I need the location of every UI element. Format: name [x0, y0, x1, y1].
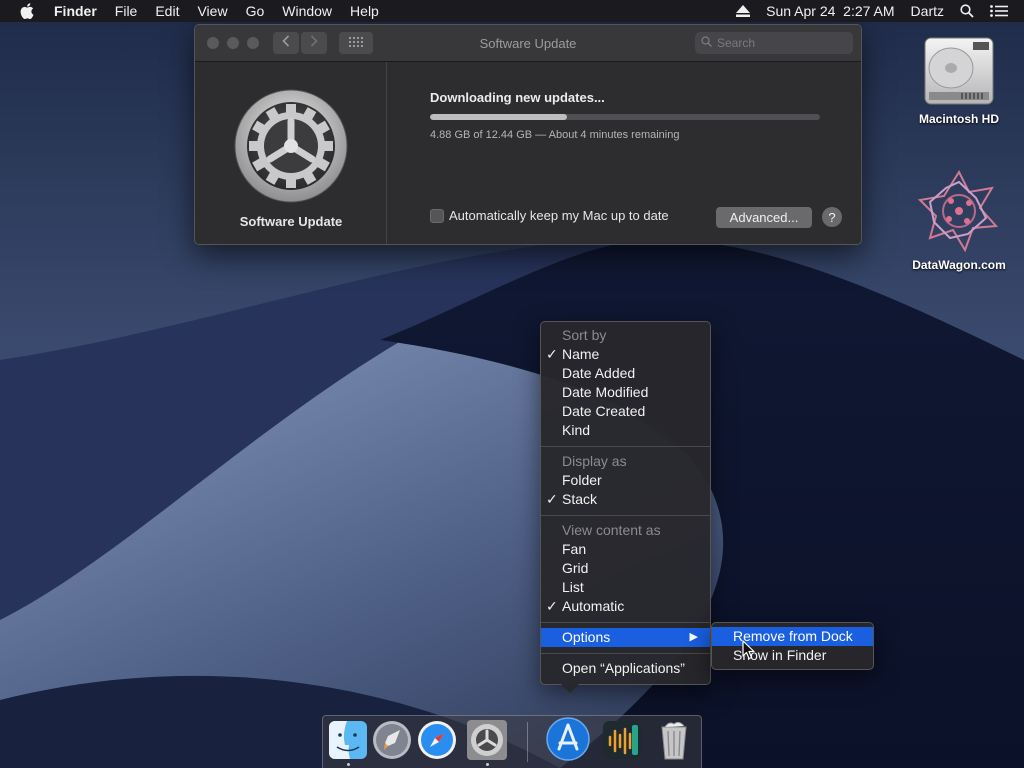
- notification-center-icon[interactable]: [990, 4, 1008, 18]
- auto-update-checkbox[interactable]: [430, 208, 444, 223]
- checkmark-icon: ✓: [546, 491, 558, 507]
- dock-system-preferences-icon[interactable]: [466, 719, 508, 761]
- update-status-pane: Downloading new updates... 4.88 GB of 12…: [388, 62, 861, 244]
- menu-item-view-fan[interactable]: Fan: [541, 540, 710, 559]
- dock: [322, 715, 702, 768]
- gear-tooth: [249, 141, 259, 151]
- datawagon-logo-icon: [916, 168, 1002, 254]
- menu-header-sort-by: Sort by: [562, 327, 607, 343]
- submenu-arrow-icon: ▶: [689, 631, 698, 643]
- menu-item-display-folder[interactable]: Folder: [541, 471, 710, 490]
- menu-go[interactable]: Go: [246, 3, 265, 19]
- software-update-gear-icon: [233, 88, 349, 204]
- dock-launchpad-icon[interactable]: [371, 719, 413, 761]
- gear-tooth: [286, 104, 296, 114]
- dock-stack-context-menu: Sort by ✓ Name Date Added Date Modified …: [540, 321, 711, 693]
- menu-item-show-in-finder[interactable]: Show in Finder: [712, 646, 873, 665]
- search-placeholder: Search: [717, 36, 756, 50]
- gear-tooth: [323, 141, 333, 151]
- download-progress-bar: [430, 114, 820, 120]
- desktop-icon-macintosh-hd[interactable]: Macintosh HD: [899, 32, 1019, 126]
- app-info-pane: Software Update: [195, 62, 387, 244]
- menu-item-open-applications[interactable]: Open “Applications”: [541, 659, 710, 678]
- app-name-label: Software Update: [239, 214, 343, 229]
- mouse-pointer-icon: [742, 640, 756, 665]
- eject-icon[interactable]: [736, 4, 751, 18]
- running-indicator: [486, 763, 489, 766]
- menu-window[interactable]: Window: [282, 3, 332, 19]
- software-update-window: Software Update Search Software Update D…: [194, 24, 862, 245]
- menu-pointer-tail: [561, 684, 579, 693]
- search-input[interactable]: Search: [695, 32, 853, 54]
- checkmark-icon: ✓: [546, 598, 558, 614]
- search-icon: [701, 36, 712, 50]
- menu-item-remove-from-dock[interactable]: Remove from Dock: [712, 627, 873, 646]
- menu-item-sort-date-added[interactable]: Date Added: [541, 364, 710, 383]
- menu-item-label: Name: [562, 346, 600, 362]
- menu-header-view-content-as: View content as: [562, 522, 661, 538]
- menu-item-sort-kind[interactable]: Kind: [541, 421, 710, 440]
- menu-item-label: Automatic: [562, 598, 625, 614]
- menu-item-sort-date-created[interactable]: Date Created: [541, 402, 710, 421]
- download-progress-text: 4.88 GB of 12.44 GB — About 4 minutes re…: [430, 129, 680, 141]
- dock-safari-icon[interactable]: [416, 719, 458, 761]
- desktop-icon-label: Macintosh HD: [918, 112, 999, 126]
- menu-separator: [541, 446, 710, 447]
- dock-separator: [527, 722, 528, 762]
- dock-finder-icon[interactable]: [327, 719, 369, 761]
- download-progress-fill: [430, 114, 567, 120]
- menu-edit[interactable]: Edit: [155, 3, 179, 19]
- desktop-icon-datawagon[interactable]: DataWagon.com: [899, 168, 1019, 272]
- hard-drive-icon: [921, 32, 997, 108]
- menu-item-label: Options: [562, 629, 611, 645]
- menu-item-sort-date-modified[interactable]: Date Modified: [541, 383, 710, 402]
- apple-menu-icon[interactable]: [20, 0, 36, 22]
- options-submenu: Remove from Dock Show in Finder: [711, 622, 874, 670]
- menubar-user[interactable]: Dartz: [911, 3, 944, 19]
- dock-trash-icon[interactable]: [653, 719, 695, 761]
- window-titlebar[interactable]: Software Update Search: [195, 25, 861, 62]
- checkmark-icon: ✓: [546, 346, 558, 362]
- dock-audio-app-icon[interactable]: [601, 719, 643, 761]
- menu-header-display-as: Display as: [562, 453, 627, 469]
- menu-help[interactable]: Help: [350, 3, 379, 19]
- menu-item-view-list[interactable]: List: [541, 578, 710, 597]
- menubar-clock[interactable]: Sun Apr 24 2:27 AM: [766, 3, 894, 19]
- help-button[interactable]: ?: [822, 207, 842, 227]
- menu-item-display-stack[interactable]: ✓ Stack: [541, 490, 710, 509]
- advanced-button[interactable]: Advanced...: [716, 207, 812, 228]
- menu-separator: [541, 653, 710, 654]
- gear-tooth: [286, 178, 296, 188]
- download-status-title: Downloading new updates...: [430, 90, 605, 105]
- menu-item-view-grid[interactable]: Grid: [541, 559, 710, 578]
- auto-update-label[interactable]: Automatically keep my Mac up to date: [449, 208, 669, 223]
- running-indicator: [347, 763, 350, 766]
- menu-view[interactable]: View: [197, 3, 227, 19]
- menu-separator: [541, 622, 710, 623]
- auto-update-row[interactable]: Automatically keep my Mac up to date: [430, 208, 669, 223]
- dock-applications-stack-icon[interactable]: [545, 716, 590, 761]
- menu-item-label: Stack: [562, 491, 598, 507]
- menu-bar: Finder File Edit View Go Window Help Sun…: [0, 0, 1024, 22]
- menu-finder[interactable]: Finder: [54, 3, 97, 19]
- menu-item-view-automatic[interactable]: ✓ Automatic: [541, 597, 710, 616]
- menu-file[interactable]: File: [115, 3, 138, 19]
- menu-separator: [541, 515, 710, 516]
- menu-item-sort-name[interactable]: ✓ Name: [541, 345, 710, 364]
- spotlight-search-icon[interactable]: [960, 4, 974, 18]
- desktop-icon-label: DataWagon.com: [912, 258, 1006, 272]
- menu-item-options[interactable]: Options ▶: [541, 628, 710, 647]
